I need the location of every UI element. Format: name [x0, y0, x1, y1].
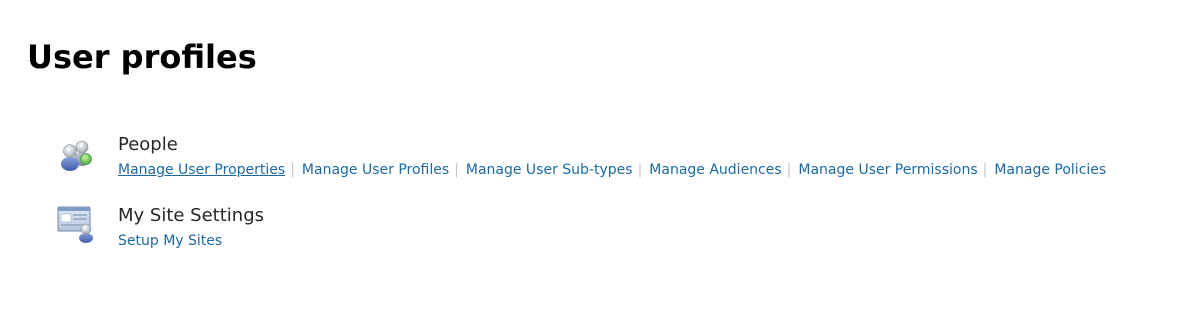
manage-audiences-link[interactable]: Manage Audiences: [649, 162, 781, 178]
people-icon: [56, 133, 96, 173]
people-links: Manage User Properties | Manage User Profi…: [118, 160, 1106, 180]
my-site-icon: [56, 204, 96, 244]
setup-my-sites-link[interactable]: Setup My Sites: [118, 233, 222, 249]
my-site-links: Setup My Sites: [118, 231, 264, 251]
link-separator: |: [786, 162, 792, 178]
manage-user-permissions-link[interactable]: Manage User Permissions: [798, 162, 977, 178]
manage-policies-link[interactable]: Manage Policies: [994, 162, 1106, 178]
manage-user-profiles-link[interactable]: Manage User Profiles: [302, 162, 449, 178]
link-separator: |: [982, 162, 988, 178]
link-separator: |: [290, 162, 295, 178]
page-title: User profiles: [27, 38, 257, 76]
link-separator: |: [637, 162, 643, 178]
manage-user-properties-link[interactable]: Manage User Properties: [118, 162, 285, 178]
link-separator: |: [454, 162, 459, 178]
section-heading-my-site-settings: My Site Settings: [118, 205, 265, 226]
manage-user-sub-types-link[interactable]: Manage User Sub-types: [466, 162, 633, 178]
section-heading-people: People: [118, 134, 178, 155]
